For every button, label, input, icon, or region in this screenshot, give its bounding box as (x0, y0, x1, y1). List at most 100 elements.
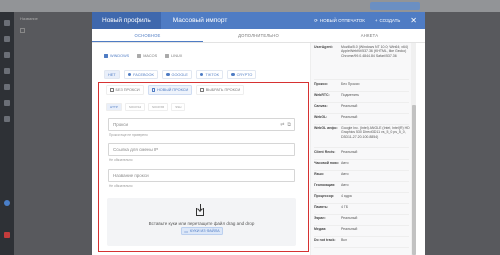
preset-none[interactable]: НЕТ (104, 70, 120, 79)
tab-no-proxy[interactable]: БЕЗ ПРОКСИ (106, 85, 144, 95)
info-key: Экран: (314, 216, 326, 220)
cookies-from-file-button[interactable]: ▭ КУКИ ИЗ ФАЙЛА (181, 227, 223, 235)
preset-tiktok[interactable]: TIKTOK (195, 70, 224, 79)
google-icon (166, 72, 170, 77)
tab-questionnaire[interactable]: АНКЕТА (314, 29, 425, 42)
info-row: Геолокация: Авто (314, 183, 411, 187)
protocol-http[interactable]: HTTP (106, 103, 122, 111)
info-row: Память: 4 ГБ (314, 205, 411, 209)
info-value: 4 ядра (341, 194, 352, 198)
info-row: WebGL инфо: Google Inc. (Intel) ANGLE (In… (314, 126, 411, 139)
info-key: WebGL инфо: (314, 126, 338, 130)
divider (314, 214, 409, 215)
sidebar-icon[interactable] (4, 232, 10, 238)
divider (314, 159, 409, 160)
select-all-checkbox[interactable] (20, 28, 25, 33)
info-row: Язык: Авто (314, 172, 411, 176)
info-key: Процессор: (314, 194, 335, 198)
apple-icon (137, 54, 142, 58)
sidebar-icon[interactable] (4, 100, 10, 106)
windows-icon (104, 54, 108, 58)
close-icon[interactable]: ✕ (410, 16, 417, 25)
create-profile-button[interactable] (370, 2, 420, 10)
proxy-name-input[interactable]: Название прокси (108, 169, 295, 182)
check-proxy-icon[interactable]: ⇄ (280, 122, 284, 128)
info-key: Canvas: (314, 104, 328, 108)
info-value: Mozilla/5.0 (Windows NT 10.0; Win64; x64… (341, 45, 409, 58)
plus-icon: + (374, 18, 378, 23)
file-icon: ▭ (184, 229, 188, 234)
new-fingerprint-button[interactable]: ⟳ НОВЫЙ ОТПЕЧАТОК (314, 18, 365, 24)
divider (314, 247, 409, 248)
cookies-dropzone[interactable]: Вставьте куки или перетащите файл drag a… (107, 198, 296, 246)
sidebar-icon[interactable] (4, 68, 10, 74)
sidebar-icon[interactable] (4, 20, 10, 26)
info-row: Client Rects: Реальный (314, 150, 411, 154)
tab-advanced[interactable]: ДОПОЛНИТЕЛЬНО (203, 29, 314, 42)
info-row: WebGL: Реальный (314, 115, 411, 119)
info-value: 4 ГБ (341, 205, 349, 209)
ip-change-link-hint: Не обязательно (109, 158, 133, 162)
proxy-mode-tabs: БЕЗ ПРОКСИ НОВЫЙ ПРОКСИ ВЫБРАТЬ ПРОКСИ (106, 85, 245, 95)
info-value: Реальный (341, 150, 358, 154)
crypto-icon (231, 72, 235, 77)
info-key: Client Rects: (314, 150, 336, 154)
info-key: Прокси: (314, 82, 328, 86)
summary-scrollbar[interactable] (411, 43, 416, 255)
proxy-input[interactable]: Прокси ⇄ ⧉ (108, 118, 295, 131)
tab-new-proxy[interactable]: НОВЫЙ ПРОКСИ (147, 85, 193, 95)
preset-facebook[interactable]: FACEBOOK (123, 70, 158, 79)
tab-select-proxy[interactable]: ВЫБРАТЬ ПРОКСИ (196, 85, 245, 95)
info-key: Память: (314, 205, 329, 209)
os-macos[interactable]: MACOS (137, 54, 157, 58)
divider (314, 124, 409, 125)
sidebar-icon[interactable] (4, 84, 10, 90)
info-key: WebRTC: (314, 93, 330, 97)
divider (314, 147, 409, 148)
info-key: UserAgent: (314, 45, 333, 49)
copy-icon[interactable]: ⧉ (287, 122, 291, 128)
info-key: WebGL: (314, 115, 328, 119)
protocol-ssh[interactable]: SSH (171, 103, 186, 111)
info-value: Реальный (341, 227, 358, 231)
divider (314, 91, 409, 92)
sidebar-icon[interactable] (4, 116, 10, 122)
tiktok-icon (199, 72, 204, 77)
os-windows[interactable]: WINDOWS (104, 54, 129, 58)
divider (314, 181, 409, 182)
tab-new-profile[interactable]: Новый профиль (92, 12, 161, 29)
protocol-socks4[interactable]: SOCKS4 (124, 103, 146, 111)
create-button[interactable]: + СОЗДАТЬ (375, 18, 400, 23)
sidebar-icon[interactable] (4, 52, 10, 58)
user-avatar[interactable] (4, 200, 10, 206)
app-topbar (0, 0, 500, 12)
tab-mass-import[interactable]: Массовый импорт (161, 12, 240, 29)
info-value: Реальный (341, 216, 358, 220)
preset-google[interactable]: GOOGLE (162, 70, 192, 79)
info-key: Геолокация: (314, 183, 336, 187)
linux-icon (165, 54, 170, 58)
info-value: Реальный (341, 115, 358, 119)
info-row: Прокси: Без Прокси (314, 82, 411, 86)
os-selector: WINDOWS MACOS LINUX (104, 54, 182, 58)
divider (314, 192, 409, 193)
info-row: WebRTC: Подменить (314, 93, 411, 97)
divider (314, 113, 409, 114)
os-linux[interactable]: LINUX (165, 54, 182, 58)
ip-change-link-input[interactable]: Ссылка для смены IP (108, 143, 295, 156)
divider (314, 170, 409, 171)
refresh-icon: ⟳ (314, 17, 318, 23)
sidebar-icon[interactable] (4, 36, 10, 42)
tab-basic[interactable]: ОСНОВНОЕ (92, 29, 203, 42)
info-row: Часовой пояс: Авто (314, 161, 411, 165)
app-sidebar (0, 12, 14, 255)
preset-crypto[interactable]: CRYPTO (227, 70, 257, 79)
scrollbar-thumb[interactable] (411, 105, 416, 255)
proxy-hint: Прокси еще не проверено (109, 133, 148, 137)
protocol-socks5[interactable]: SOCKS5 (148, 103, 169, 111)
upload-icon (196, 204, 204, 216)
info-value: Без Прокси (341, 82, 360, 86)
protocol-selector: HTTP SOCKS4 SOCKS5 SSH (106, 103, 186, 111)
divider (314, 236, 409, 237)
info-value: Авто (341, 183, 349, 187)
